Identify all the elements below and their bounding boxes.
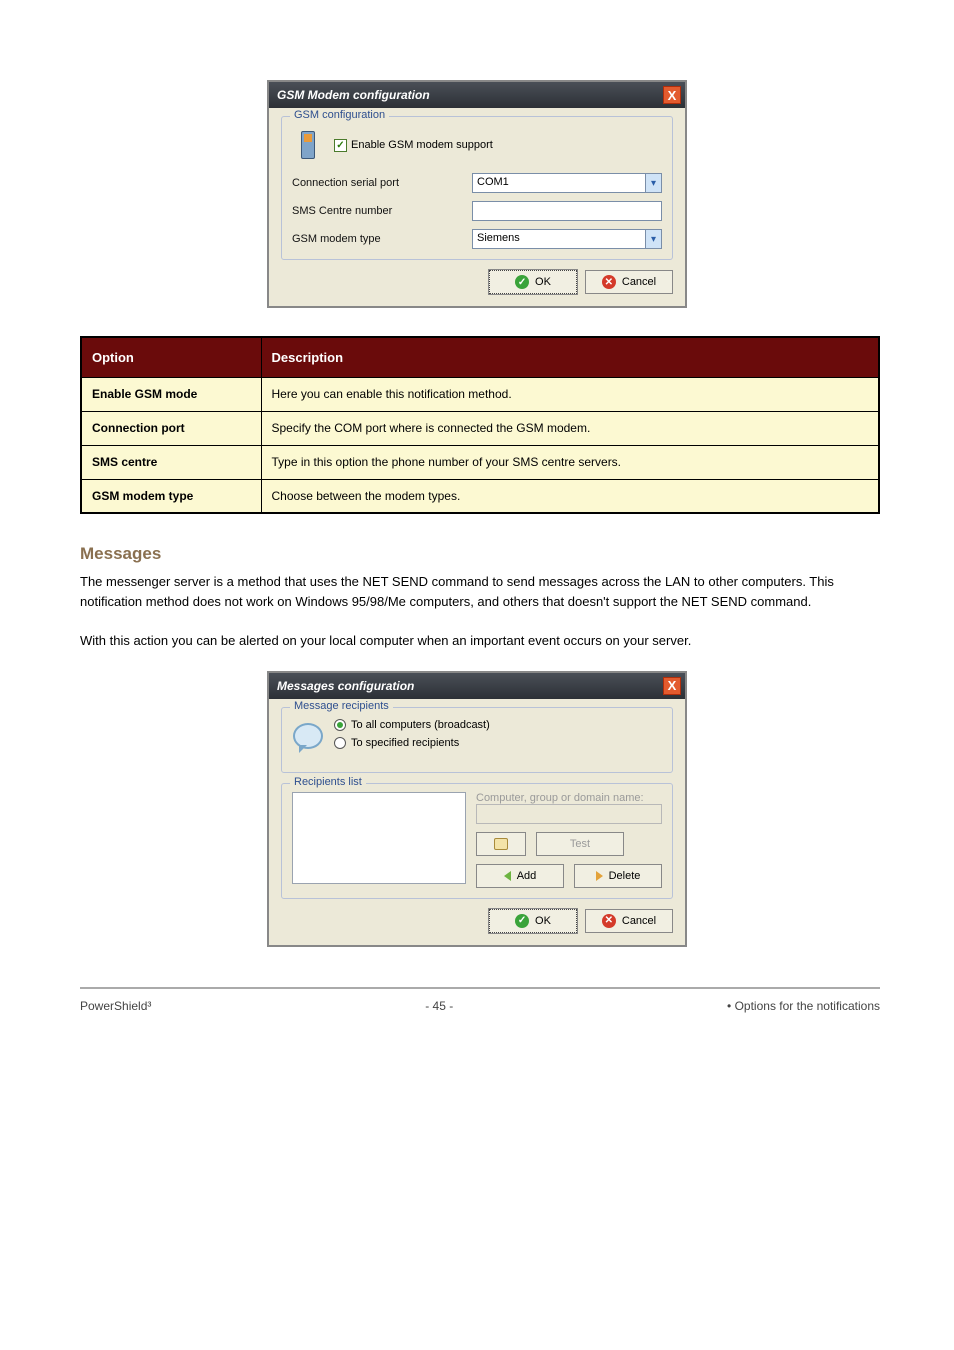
test-button: Test	[536, 832, 624, 856]
chevron-down-icon: ▾	[645, 230, 661, 248]
add-button[interactable]: Add	[476, 864, 564, 888]
close-icon[interactable]: X	[663, 86, 681, 104]
sms-centre-label: SMS Centre number	[292, 205, 472, 217]
ok-label: OK	[535, 915, 551, 927]
messages-dialog: Messages configuration X Message recipie…	[267, 671, 687, 947]
option-key: GSM modem type	[81, 479, 261, 513]
msg-recipients-fieldset: Message recipients To all computers (bro…	[281, 707, 673, 773]
recipients-list-legend: Recipients list	[290, 776, 366, 788]
cancel-icon: ✕	[602, 275, 616, 289]
arrow-left-icon	[504, 871, 511, 881]
name-input	[476, 804, 662, 824]
conn-port-label: Connection serial port	[292, 177, 472, 189]
radio-specified[interactable]: To specified recipients	[334, 737, 490, 749]
option-key: Connection port	[81, 411, 261, 445]
footer-right: • Options for the notifications	[727, 999, 880, 1013]
messages-heading: Messages	[80, 544, 880, 564]
table-row: Enable GSM modeHere you can enable this …	[81, 377, 879, 411]
messages-para2: With this action you can be alerted on y…	[80, 631, 880, 651]
modem-type-value: Siemens	[473, 230, 645, 248]
footer-page-number: - 45 -	[151, 999, 727, 1013]
radio-all-computers[interactable]: To all computers (broadcast)	[334, 719, 490, 731]
option-key: SMS centre	[81, 445, 261, 479]
enable-gsm-checkbox[interactable]: ✓ Enable GSM modem support	[334, 139, 493, 152]
footer-left: PowerShield³	[80, 999, 151, 1013]
options-table: Option Description Enable GSM modeHere y…	[80, 336, 880, 514]
ok-button[interactable]: ✓ OK	[489, 270, 577, 294]
name-label: Computer, group or domain name:	[476, 792, 662, 804]
pc-icon-button[interactable]	[476, 832, 526, 856]
option-desc: Type in this option the phone number of …	[261, 445, 879, 479]
arrow-right-icon	[596, 871, 603, 881]
check-icon: ✓	[334, 139, 347, 152]
close-icon[interactable]: X	[663, 677, 681, 695]
modem-type-combo[interactable]: Siemens ▾	[472, 229, 662, 249]
add-label: Add	[517, 870, 537, 882]
option-desc: Choose between the modem types.	[261, 479, 879, 513]
table-row: GSM modem typeChoose between the modem t…	[81, 479, 879, 513]
table-row: SMS centreType in this option the phone …	[81, 445, 879, 479]
cancel-button[interactable]: ✕ Cancel	[585, 270, 673, 294]
th-option: Option	[81, 337, 261, 377]
computer-icon	[494, 838, 508, 850]
gsm-title: GSM Modem configuration	[277, 88, 663, 102]
radio-selected-icon	[334, 719, 346, 731]
gsm-titlebar: GSM Modem configuration X	[269, 82, 685, 108]
conn-port-value: COM1	[473, 174, 645, 192]
sms-centre-input[interactable]	[472, 201, 662, 221]
modem-type-label: GSM modem type	[292, 233, 472, 245]
delete-label: Delete	[609, 870, 641, 882]
messages-para1: The messenger server is a method that us…	[80, 572, 880, 611]
gsm-config-fieldset: GSM configuration ✓ Enable GSM modem sup…	[281, 116, 673, 260]
chevron-down-icon: ▾	[645, 174, 661, 192]
radio-specified-label: To specified recipients	[351, 737, 459, 749]
msg-titlebar: Messages configuration X	[269, 673, 685, 699]
option-key: Enable GSM mode	[81, 377, 261, 411]
footer-divider	[80, 987, 880, 989]
ok-button[interactable]: ✓ OK	[489, 909, 577, 933]
ok-label: OK	[535, 276, 551, 288]
option-desc: Specify the COM port where is connected …	[261, 411, 879, 445]
enable-gsm-label: Enable GSM modem support	[351, 139, 493, 151]
ok-icon: ✓	[515, 275, 529, 289]
cancel-icon: ✕	[602, 914, 616, 928]
option-desc: Here you can enable this notification me…	[261, 377, 879, 411]
radio-all-label: To all computers (broadcast)	[351, 719, 490, 731]
radio-unselected-icon	[334, 737, 346, 749]
recipients-list-fieldset: Recipients list Computer, group or domai…	[281, 783, 673, 899]
cancel-label: Cancel	[622, 276, 656, 288]
gsm-config-legend: GSM configuration	[290, 109, 389, 121]
conn-port-combo[interactable]: COM1 ▾	[472, 173, 662, 193]
footer: PowerShield³ - 45 - • Options for the no…	[80, 999, 880, 1013]
ok-icon: ✓	[515, 914, 529, 928]
phone-icon	[292, 125, 324, 165]
table-row: Connection portSpecify the COM port wher…	[81, 411, 879, 445]
test-label: Test	[570, 838, 590, 850]
speech-bubble-icon	[292, 716, 324, 756]
cancel-label: Cancel	[622, 915, 656, 927]
cancel-button[interactable]: ✕ Cancel	[585, 909, 673, 933]
msg-title: Messages configuration	[277, 679, 663, 693]
th-description: Description	[261, 337, 879, 377]
delete-button[interactable]: Delete	[574, 864, 662, 888]
msg-recipients-legend: Message recipients	[290, 700, 393, 712]
gsm-dialog: GSM Modem configuration X GSM configurat…	[267, 80, 687, 308]
recipients-listbox[interactable]	[292, 792, 466, 884]
